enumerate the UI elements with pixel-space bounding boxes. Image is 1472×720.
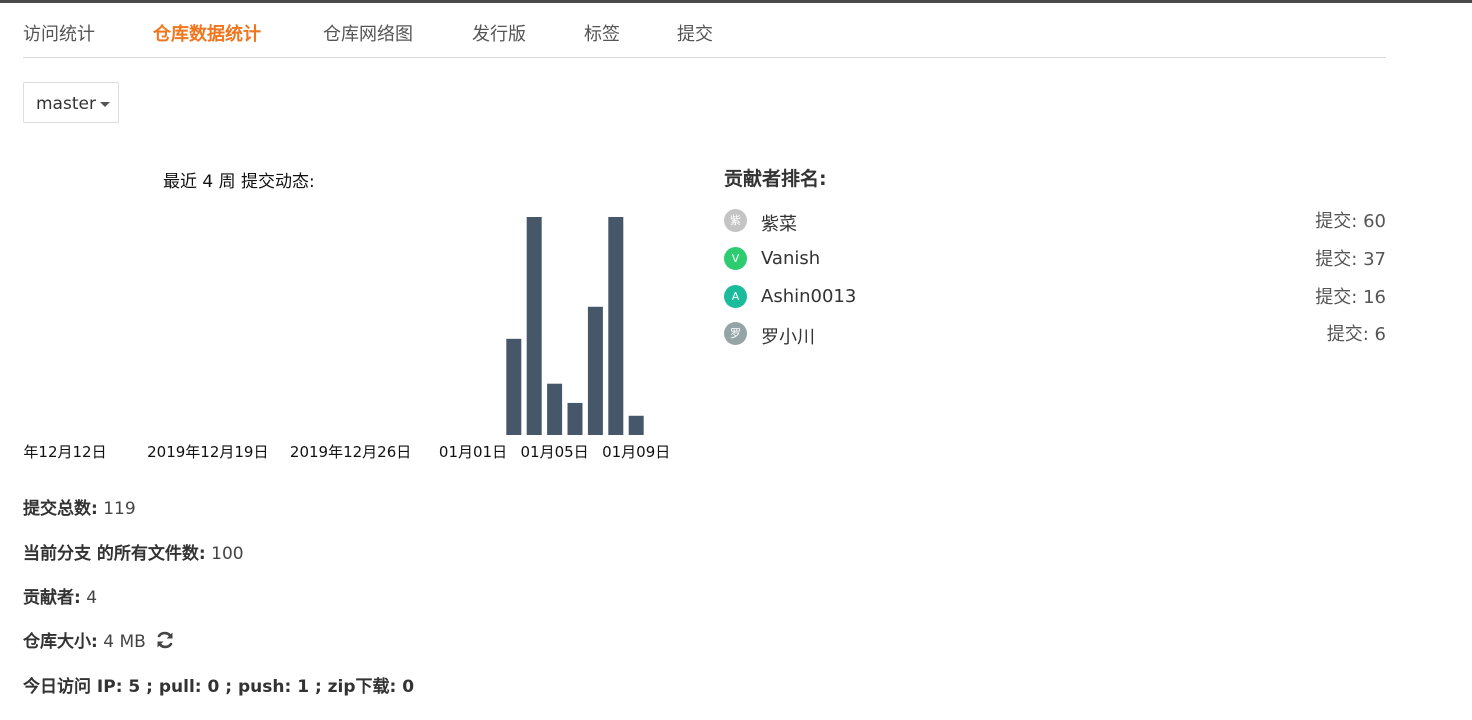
stat-repo-size: 仓库大小: 4 MB bbox=[23, 627, 175, 655]
avatar: 罗 bbox=[724, 322, 747, 345]
contributor-row[interactable]: 罗 罗小川 提交: 6 bbox=[724, 320, 1386, 348]
commit-bar bbox=[567, 402, 583, 435]
avatar: A bbox=[724, 285, 747, 308]
stat-value: 4 MB bbox=[103, 632, 146, 652]
contributor-row[interactable]: V Vanish 提交: 37 bbox=[724, 245, 1386, 273]
avatar: V bbox=[724, 247, 747, 270]
commit-activity-chart: 年12月12日 2019年12月19日 2019年12月26日 01月01日 01月05… bbox=[23, 217, 670, 461]
stats-tab-bar: 访问统计 仓库数据统计 仓库网络图 发行版 标签 提交 bbox=[23, 18, 1386, 58]
stat-total-commits: 提交总数: 119 bbox=[23, 494, 136, 519]
x-tick-label: 01月01日 bbox=[439, 443, 507, 461]
tab-releases[interactable]: 发行版 bbox=[472, 20, 526, 46]
contributor-row[interactable]: 紫 紫菜 提交: 60 bbox=[724, 207, 1386, 235]
x-tick-label: 01月09日 bbox=[602, 443, 670, 461]
tab-network-graph[interactable]: 仓库网络图 bbox=[323, 20, 413, 46]
stat-label: 仓库大小: bbox=[23, 632, 98, 652]
stat-contributors: 贡献者: 4 bbox=[23, 583, 97, 608]
stat-label: 提交总数: bbox=[23, 499, 98, 519]
tab-visit-stats[interactable]: 访问统计 bbox=[23, 20, 95, 46]
stat-value: 100 bbox=[211, 544, 244, 564]
commit-bar bbox=[587, 306, 603, 435]
stat-label: 今日访问 IP: 5 ; pull: 0 ; push: 1 ; zip下载: … bbox=[23, 677, 415, 697]
tab-tags[interactable]: 标签 bbox=[584, 20, 620, 46]
branch-label: master bbox=[36, 94, 96, 114]
stat-value: 4 bbox=[86, 588, 98, 608]
commit-bar bbox=[628, 415, 644, 435]
stat-label: 贡献者: bbox=[23, 588, 81, 608]
avatar: 紫 bbox=[724, 209, 747, 232]
commit-bar bbox=[526, 217, 542, 435]
contributor-row[interactable]: A Ashin0013 提交: 16 bbox=[724, 283, 1386, 311]
caret-down-icon bbox=[100, 102, 110, 107]
tab-repo-data-stats[interactable]: 仓库数据统计 bbox=[153, 20, 261, 46]
stat-today-visits: 今日访问 IP: 5 ; pull: 0 ; push: 1 ; zip下载: … bbox=[23, 672, 414, 697]
refresh-icon[interactable] bbox=[155, 630, 175, 655]
x-tick-label: 年12月12日 bbox=[23, 443, 106, 461]
activity-chart-title: 最近 4 周 提交动态: bbox=[163, 172, 315, 192]
stat-label: 当前分支 的所有文件数: bbox=[23, 544, 206, 564]
x-tick-label: 2019年12月26日 bbox=[290, 443, 411, 461]
contributor-commits: 提交: 16 bbox=[1315, 287, 1386, 308]
contributor-name[interactable]: 紫菜 bbox=[761, 210, 797, 236]
contributor-commits: 提交: 6 bbox=[1326, 324, 1386, 345]
stat-value: 119 bbox=[103, 499, 136, 519]
tab-commits[interactable]: 提交 bbox=[677, 20, 713, 46]
contributors-title: 贡献者排名: bbox=[724, 168, 827, 190]
contributor-commits: 提交: 60 bbox=[1315, 211, 1386, 232]
x-tick-label: 01月05日 bbox=[521, 443, 589, 461]
commit-bar bbox=[608, 217, 624, 435]
commit-bar bbox=[547, 383, 563, 435]
commit-bar bbox=[506, 338, 522, 435]
contributor-name[interactable]: Ashin0013 bbox=[761, 286, 856, 307]
stat-file-count: 当前分支 的所有文件数: 100 bbox=[23, 539, 244, 564]
x-tick-label: 2019年12月19日 bbox=[147, 443, 268, 461]
contributor-commits: 提交: 37 bbox=[1315, 249, 1386, 270]
contributor-name[interactable]: Vanish bbox=[761, 248, 820, 269]
contributor-name[interactable]: 罗小川 bbox=[761, 323, 815, 349]
branch-select[interactable]: master bbox=[23, 82, 119, 123]
top-border bbox=[0, 0, 1472, 3]
